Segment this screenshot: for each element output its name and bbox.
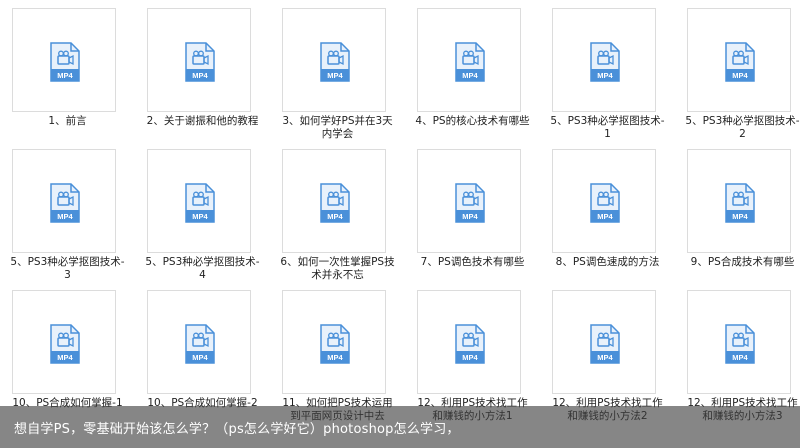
file-thumbnail: MP4: [282, 149, 386, 253]
file-item[interactable]: MP412、利用PS技术找工作和赚钱的小方法3: [675, 282, 800, 422]
file-thumbnail: MP4: [282, 290, 386, 394]
mp4-file-icon: MP4: [184, 183, 216, 223]
mp4-file-icon: MP4: [724, 324, 756, 364]
file-item[interactable]: MP4 8、PS调色速成的方法: [540, 141, 675, 281]
file-type-label: MP4: [327, 212, 343, 221]
file-item[interactable]: MP4 5、PS3种必学抠图技术-2: [675, 0, 800, 140]
file-name-label: 2、关于谢振和他的教程: [146, 115, 259, 127]
file-thumbnail: MP4: [147, 290, 251, 394]
file-thumbnail: MP4: [552, 149, 656, 253]
file-thumbnail: MP4: [687, 8, 791, 112]
file-item[interactable]: MP4 9、PS合成技术有哪些: [675, 141, 800, 281]
file-item[interactable]: MP4 4、PS的核心技术有哪些: [405, 0, 540, 140]
file-type-label: MP4: [192, 71, 208, 80]
file-thumbnail: MP4: [147, 149, 251, 253]
file-type-label: MP4: [462, 353, 478, 362]
mp4-file-icon: MP4: [184, 324, 216, 364]
mp4-file-icon: MP4: [319, 324, 351, 364]
mp4-file-icon: MP4: [454, 324, 486, 364]
file-name-label: 5、PS3种必学抠图技术-3: [10, 256, 125, 281]
caption-text: 想自学PS，零基础开始该怎么学？（ps怎么学好它）photoshop怎么学习，: [14, 422, 460, 437]
file-item[interactable]: MP4 5、PS3种必学抠图技术-4: [135, 141, 270, 281]
file-type-label: MP4: [732, 353, 748, 362]
file-item[interactable]: MP4 5、PS3种必学抠图技术-1: [540, 0, 675, 140]
file-item[interactable]: MP4 2、关于谢振和他的教程: [135, 0, 270, 140]
mp4-file-icon: MP4: [319, 42, 351, 82]
file-name-label: 5、PS3种必学抠图技术-4: [145, 256, 260, 281]
file-thumbnail: MP4: [12, 8, 116, 112]
file-name-label: 7、PS调色技术有哪些: [420, 256, 525, 268]
file-name-label: 1、前言: [48, 115, 87, 127]
file-type-label: MP4: [597, 71, 613, 80]
file-name-label: 8、PS调色速成的方法: [555, 256, 660, 268]
file-type-label: MP4: [327, 353, 343, 362]
file-thumbnail: MP4: [552, 290, 656, 394]
file-type-label: MP4: [57, 212, 73, 221]
mp4-file-icon: MP4: [49, 324, 81, 364]
mp4-file-icon: MP4: [184, 42, 216, 82]
file-name-label: 3、如何学好PS并在3天内学会: [282, 115, 393, 140]
file-type-label: MP4: [192, 212, 208, 221]
file-name-label: 9、PS合成技术有哪些: [690, 256, 795, 268]
mp4-file-icon: MP4: [724, 183, 756, 223]
file-item[interactable]: MP4 10、PS合成如何掌握-2: [135, 282, 270, 422]
file-thumbnail: MP4: [417, 8, 521, 112]
file-item[interactable]: MP4 6、如何一次性掌握PS技术并永不忘: [270, 141, 405, 281]
file-name-label: 5、PS3种必学抠图技术-1: [550, 115, 665, 140]
file-thumbnail: MP4: [552, 8, 656, 112]
mp4-file-icon: MP4: [454, 183, 486, 223]
file-item[interactable]: MP4 3、如何学好PS并在3天内学会: [270, 0, 405, 140]
file-name-label: 6、如何一次性掌握PS技术并永不忘: [280, 256, 395, 281]
file-type-label: MP4: [462, 212, 478, 221]
file-type-label: MP4: [327, 71, 343, 80]
file-thumbnail: MP4: [147, 8, 251, 112]
file-thumbnail: MP4: [282, 8, 386, 112]
file-type-label: MP4: [732, 71, 748, 80]
file-item[interactable]: MP4 7、PS调色技术有哪些: [405, 141, 540, 281]
file-type-label: MP4: [597, 212, 613, 221]
mp4-file-icon: MP4: [724, 42, 756, 82]
file-type-label: MP4: [597, 353, 613, 362]
file-thumbnail: MP4: [687, 149, 791, 253]
file-item[interactable]: MP4 1、前言: [0, 0, 135, 140]
file-thumbnail: MP4: [417, 149, 521, 253]
file-item[interactable]: MP411、如何把PS技术运用到平面网页设计中去: [270, 282, 405, 422]
mp4-file-icon: MP4: [319, 183, 351, 223]
mp4-file-icon: MP4: [454, 42, 486, 82]
file-type-label: MP4: [732, 212, 748, 221]
file-thumbnail: MP4: [417, 290, 521, 394]
mp4-file-icon: MP4: [589, 42, 621, 82]
file-thumbnail: MP4: [12, 290, 116, 394]
file-thumbnail: MP4: [687, 290, 791, 394]
mp4-file-icon: MP4: [589, 183, 621, 223]
file-thumbnail: MP4: [12, 149, 116, 253]
file-item[interactable]: MP4 5、PS3种必学抠图技术-3: [0, 141, 135, 281]
file-item[interactable]: MP4 10、PS合成如何掌握-1: [0, 282, 135, 422]
file-item[interactable]: MP412、利用PS技术找工作和赚钱的小方法2: [540, 282, 675, 422]
file-item[interactable]: MP412、利用PS技术找工作和赚钱的小方法1: [405, 282, 540, 422]
file-type-label: MP4: [57, 71, 73, 80]
mp4-file-icon: MP4: [589, 324, 621, 364]
file-type-label: MP4: [57, 353, 73, 362]
file-type-label: MP4: [192, 353, 208, 362]
file-name-label: 4、PS的核心技术有哪些: [415, 115, 530, 127]
file-name-label: 5、PS3种必学抠图技术-2: [685, 115, 800, 140]
mp4-file-icon: MP4: [49, 42, 81, 82]
caption-bar: 想自学PS，零基础开始该怎么学？（ps怎么学好它）photoshop怎么学习，: [0, 406, 800, 448]
mp4-file-icon: MP4: [49, 183, 81, 223]
file-type-label: MP4: [462, 71, 478, 80]
